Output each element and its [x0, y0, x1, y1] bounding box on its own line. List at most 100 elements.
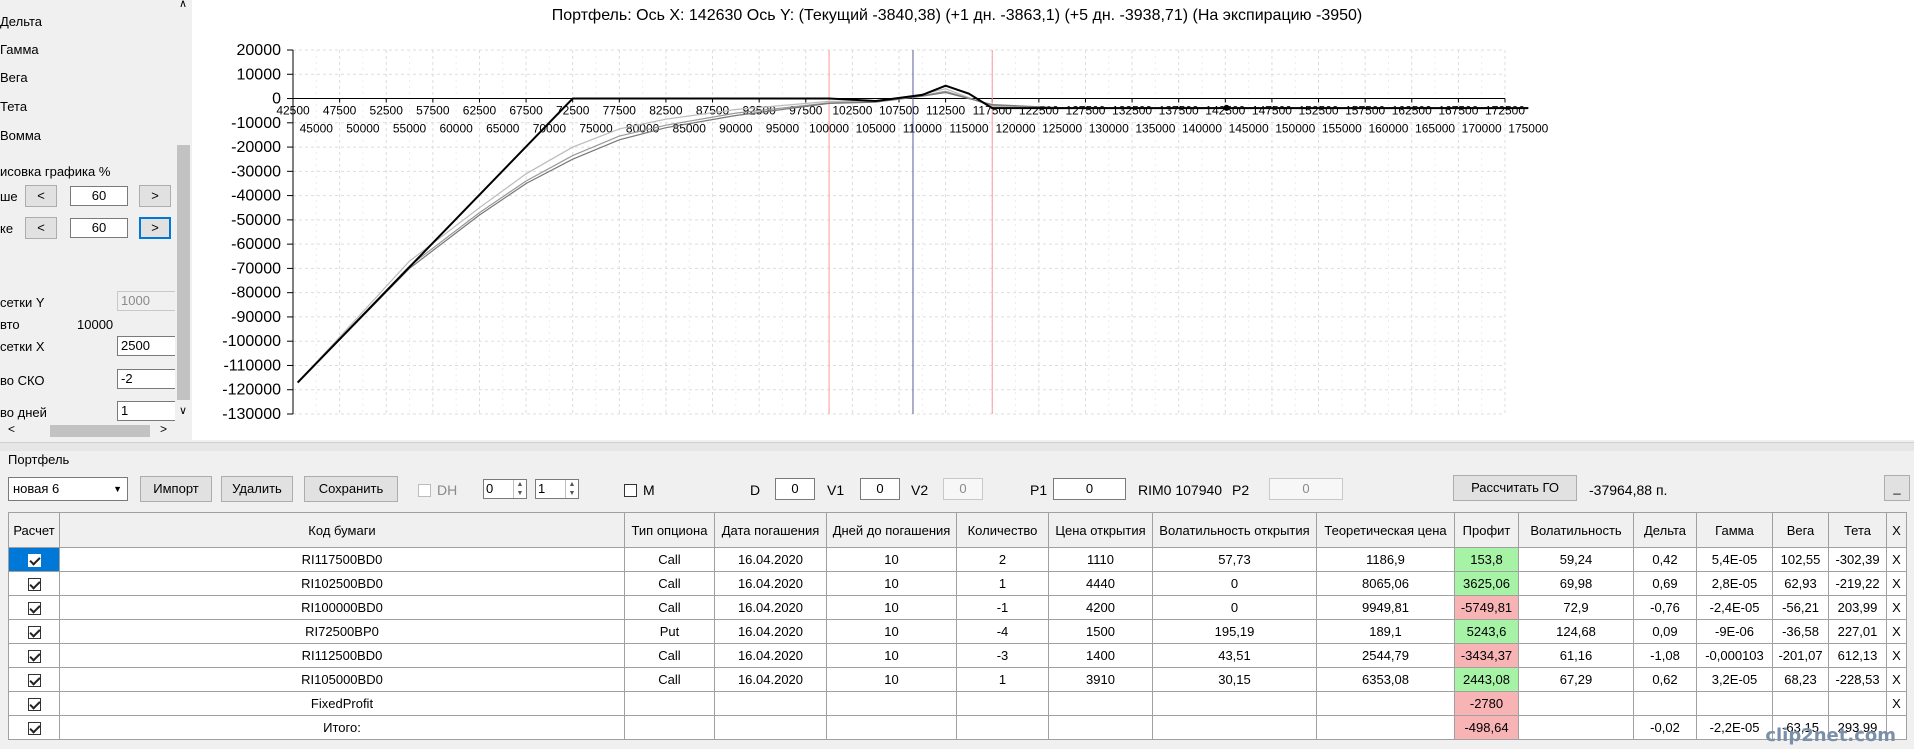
row2-decrease-button[interactable]: < [25, 217, 57, 239]
table-row[interactable]: RI100000BD0 Call 16.04.2020 10 -1 4200 0 9949,8… [8, 595, 1907, 620]
x-tick-label: 67500 [509, 104, 543, 118]
theo-price-cell: 8065,06 [1316, 571, 1455, 596]
calc-cell[interactable] [8, 619, 60, 644]
grid-x-field[interactable]: 2500 [117, 336, 177, 356]
grid-y-field[interactable]: 1000 [117, 291, 177, 311]
remove-cell[interactable]: X [1886, 547, 1907, 572]
col-header-vol[interactable]: Волатильность [1518, 512, 1634, 548]
calc-checkbox[interactable] [27, 650, 41, 664]
col-header-profit[interactable]: Профит [1454, 512, 1519, 548]
import-button[interactable]: Импорт [140, 476, 212, 502]
theta-cell: -302,39 [1828, 547, 1887, 572]
col-header-expiry[interactable]: Дата погашения [714, 512, 827, 548]
qty-cell: -1 [956, 595, 1049, 620]
delete-button[interactable]: Удалить [221, 476, 293, 502]
row2-value-field[interactable]: 60 [70, 218, 128, 238]
col-header-open-vol[interactable]: Волатильность открытия [1152, 512, 1317, 548]
table-row[interactable]: FixedProfit -2780 X [8, 691, 1907, 716]
remove-cell[interactable]: X [1886, 667, 1907, 692]
payoff-chart[interactable]: 20000100000-10000-20000-30000-40000-5000… [192, 0, 1914, 440]
remove-cell[interactable]: X [1886, 691, 1907, 716]
table-row[interactable]: Итого: -498,64 -0,02 -2,2E-05 -63,15 293,99 [8, 715, 1907, 740]
calc-checkbox[interactable] [27, 578, 41, 592]
col-header-theta[interactable]: Тета [1828, 512, 1887, 548]
scroll-up-icon[interactable]: ∧ [179, 0, 187, 10]
row1-increase-button[interactable]: > [139, 185, 171, 207]
calc-cell[interactable] [8, 595, 60, 620]
row1-value-field[interactable]: 60 [70, 186, 128, 206]
portfolio-select[interactable]: новая 6 ▼ [8, 477, 128, 501]
table-row[interactable]: RI102500BD0 Call 16.04.2020 10 1 4440 0 8065,06… [8, 571, 1907, 596]
col-header-code[interactable]: Код бумаги [59, 512, 625, 548]
days-field[interactable]: 1 [117, 401, 177, 421]
v1-field[interactable]: 0 [860, 478, 900, 500]
greek-vomma-option[interactable]: Вомма [0, 128, 41, 143]
greek-theta-option[interactable]: Тета [0, 99, 27, 114]
col-header-calc[interactable]: Расчет [8, 512, 60, 548]
dh-checkbox[interactable] [418, 484, 431, 497]
spin-arrows-icon[interactable]: ▲ ▼ [513, 480, 526, 498]
x-tick-label: 127500 [1065, 104, 1105, 118]
col-header-type[interactable]: Тип опциона [624, 512, 715, 548]
delta-cell: 0,09 [1633, 619, 1697, 644]
calc-cell[interactable] [8, 643, 60, 668]
save-button[interactable]: Сохранить [304, 476, 398, 502]
scroll-down-icon[interactable]: ∨ [179, 404, 187, 417]
scroll-left-icon[interactable]: < [8, 422, 15, 436]
spin-field-1[interactable]: 0 ▲ ▼ [483, 479, 527, 499]
table-row[interactable]: RI105000BD0 Call 16.04.2020 10 1 3910 30,15 635… [8, 667, 1907, 692]
col-header-qty[interactable]: Количество [956, 512, 1049, 548]
p1-field[interactable]: 0 [1053, 478, 1126, 500]
m-checkbox[interactable] [624, 484, 637, 497]
col-header-remove[interactable]: X [1886, 512, 1907, 548]
calc-checkbox[interactable] [27, 722, 41, 736]
col-header-open-price[interactable]: Цена открытия [1048, 512, 1153, 548]
calc-checkbox[interactable] [27, 626, 41, 640]
calc-cell[interactable] [8, 667, 60, 692]
settings-vertical-scroll-thumb[interactable] [177, 145, 190, 400]
settings-horizontal-scroll-thumb[interactable] [50, 425, 150, 437]
col-header-vega[interactable]: Вега [1772, 512, 1829, 548]
greek-gamma-option[interactable]: Гамма [0, 42, 39, 57]
remove-cell[interactable]: X [1886, 595, 1907, 620]
remove-cell[interactable]: X [1886, 571, 1907, 596]
row1-decrease-button[interactable]: < [25, 185, 57, 207]
greek-delta-option[interactable]: Дельта [0, 14, 42, 29]
y-tick-label: 10000 [237, 66, 282, 83]
calc-checkbox[interactable] [27, 554, 41, 568]
v2-field[interactable]: 0 [943, 478, 983, 500]
col-header-days[interactable]: Дней до погашения [826, 512, 957, 548]
spin-field-2[interactable]: 1 ▲ ▼ [535, 479, 579, 499]
sko-field[interactable]: -2 [117, 369, 177, 389]
table-row[interactable]: RI117500BD0 Call 16.04.2020 10 2 1110 57,73 118… [8, 547, 1907, 572]
table-row[interactable]: RI112500BD0 Call 16.04.2020 10 -3 1400 43,51 25… [8, 643, 1907, 668]
expiry-cell: 16.04.2020 [714, 667, 827, 692]
spin-arrows-icon[interactable]: ▲ ▼ [565, 480, 578, 498]
qty-cell: 2 [956, 547, 1049, 572]
remove-cell[interactable]: X [1886, 619, 1907, 644]
calc-checkbox[interactable] [27, 674, 41, 688]
col-header-delta[interactable]: Дельта [1633, 512, 1697, 548]
code-cell: Итого: [59, 715, 625, 740]
p2-field[interactable]: 0 [1269, 478, 1343, 500]
calc-cell[interactable] [8, 715, 60, 740]
col-header-theo-price[interactable]: Теоретическая цена [1316, 512, 1455, 548]
calc-checkbox[interactable] [27, 602, 41, 616]
d-field[interactable]: 0 [775, 478, 815, 500]
greek-vega-option[interactable]: Вега [0, 70, 28, 85]
calc-checkbox[interactable] [27, 698, 41, 712]
scroll-right-icon[interactable]: > [160, 422, 167, 436]
calc-cell[interactable] [8, 571, 60, 596]
calc-cell[interactable] [8, 691, 60, 716]
col-header-gamma[interactable]: Гамма [1696, 512, 1773, 548]
vega-cell: -56,21 [1772, 595, 1829, 620]
row2-increase-button[interactable]: > [139, 217, 171, 239]
table-row[interactable]: RI72500BP0 Put 16.04.2020 10 -4 1500 195,19 189… [8, 619, 1907, 644]
x-tick-label: 157500 [1345, 104, 1385, 118]
remove-cell[interactable]: X [1886, 643, 1907, 668]
minimize-button[interactable]: _ [1884, 475, 1910, 501]
calc-cell[interactable] [8, 547, 60, 572]
calculate-go-button[interactable]: Рассчитать ГО [1453, 475, 1577, 501]
splitter[interactable] [0, 442, 1914, 451]
theo-price-cell: 1186,9 [1316, 547, 1455, 572]
